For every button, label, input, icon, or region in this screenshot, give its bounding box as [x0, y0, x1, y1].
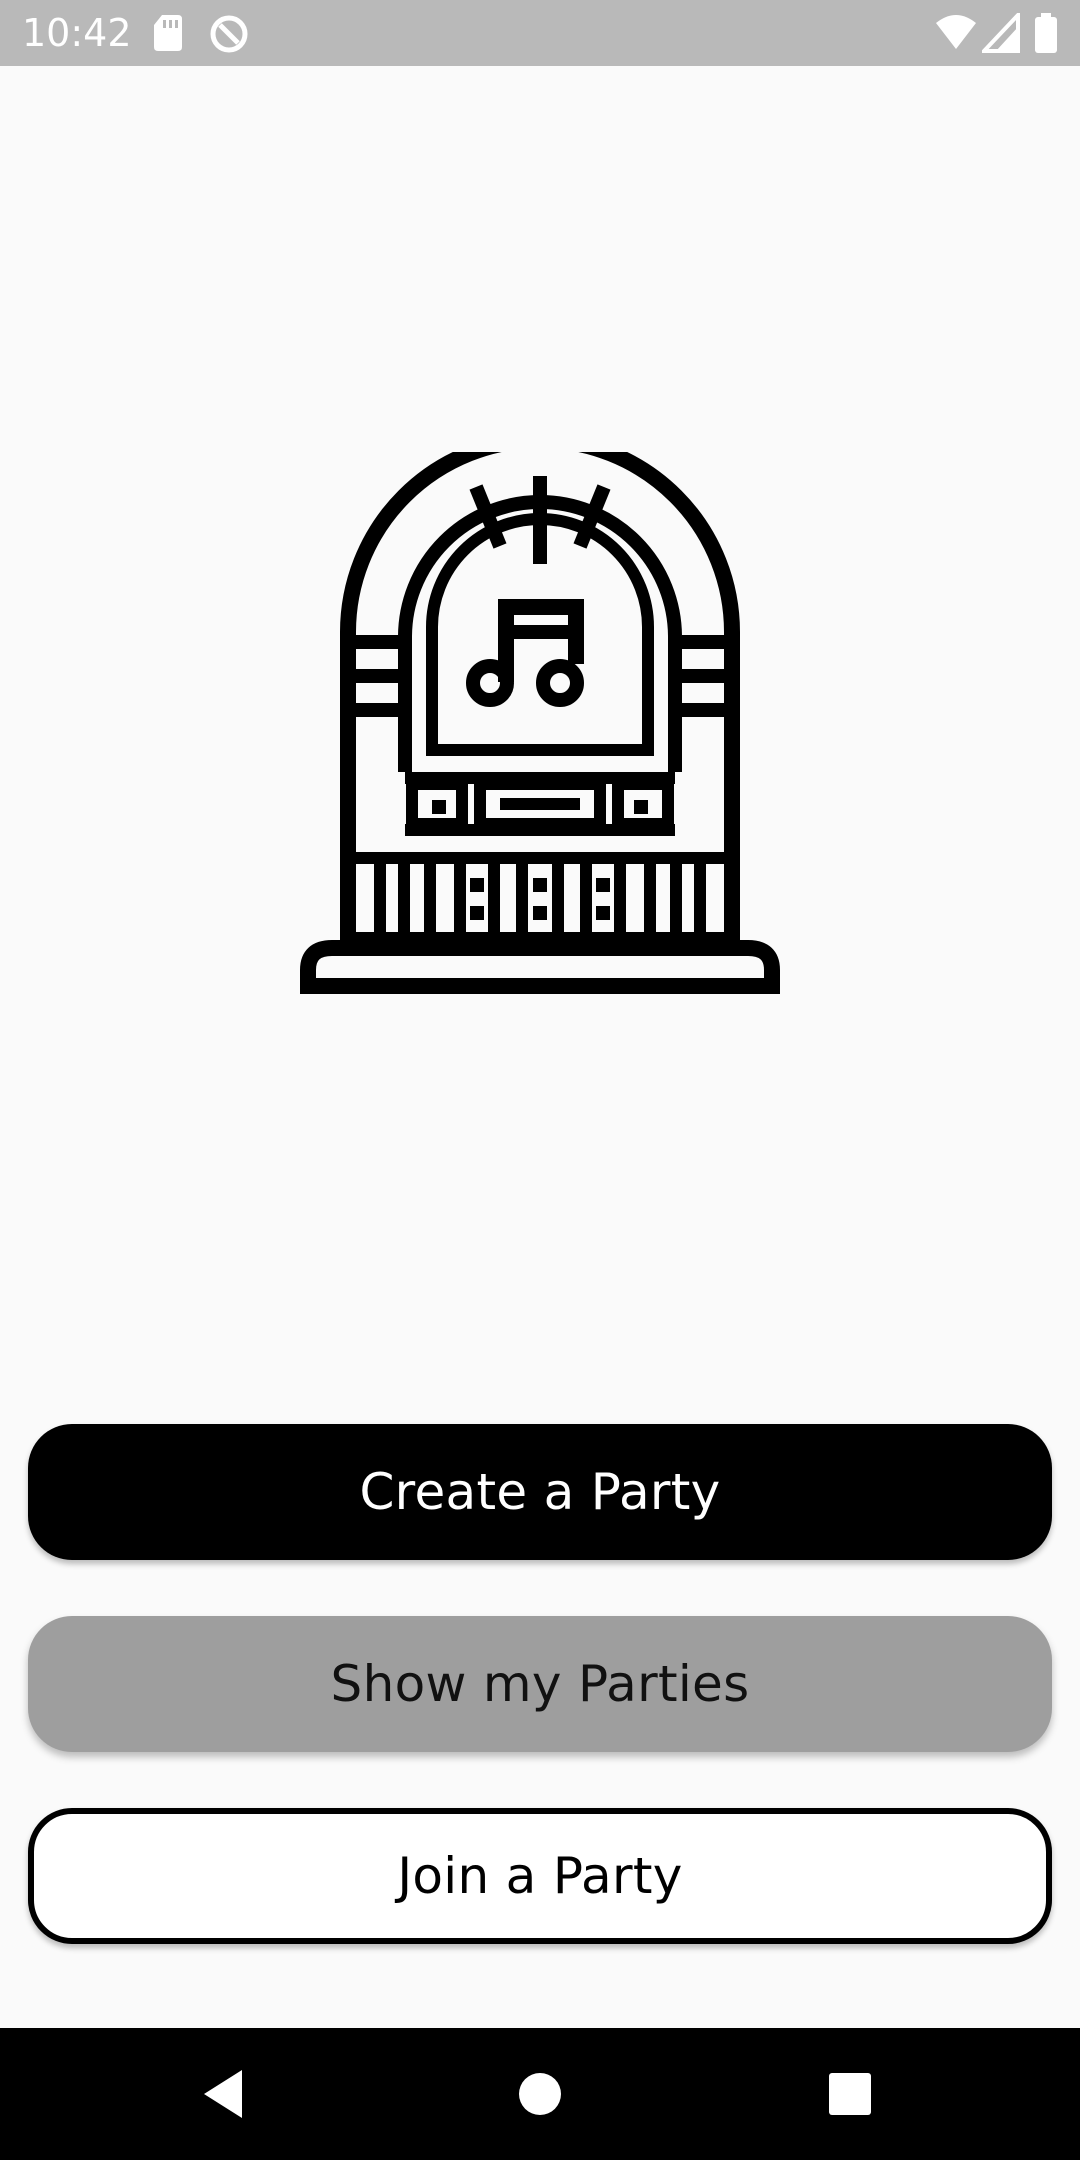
home-icon[interactable] — [510, 2064, 570, 2124]
battery-icon — [1034, 13, 1058, 58]
recents-icon[interactable] — [820, 2064, 880, 2124]
status-time: 10:42 — [22, 11, 132, 55]
join-party-button[interactable]: Join a Party — [28, 1808, 1052, 1944]
back-icon[interactable] — [196, 2064, 256, 2124]
signal-icon — [979, 9, 1020, 58]
create-party-button[interactable]: Create a Party — [28, 1424, 1052, 1560]
wifi-icon — [934, 13, 978, 58]
status-bar: 10:42 — [0, 0, 1080, 66]
sd-card-icon — [152, 13, 184, 58]
show-parties-button[interactable]: Show my Parties — [28, 1616, 1052, 1752]
data-saver-icon — [208, 13, 250, 60]
navigation-bar — [0, 2028, 1080, 2160]
jukebox-icon — [300, 432, 780, 1012]
